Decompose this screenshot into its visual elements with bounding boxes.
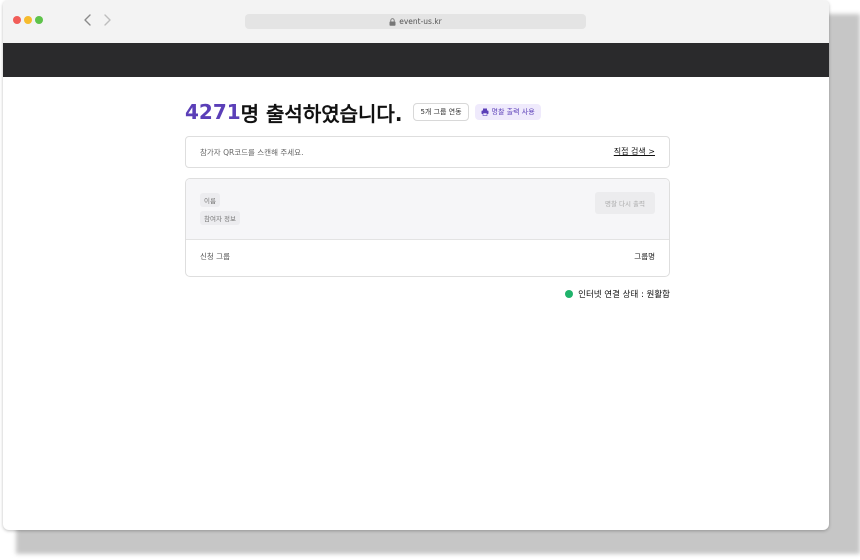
applied-group-value: 그룹명	[634, 252, 655, 261]
qr-scan-placeholder: 참가자 QR코드를 스캔해 주세요.	[200, 148, 304, 157]
qr-scan-field[interactable]: 참가자 QR코드를 스캔해 주세요. 직접 검색 >	[185, 136, 670, 168]
browser-window: event-us.kr 4271 명 출석하였습니다. 5개 그룹 연동 명찰 …	[3, 0, 829, 530]
connection-status: 인터넷 연결 상태 : 원활함	[565, 288, 670, 300]
attendance-heading-text: 명 출석하였습니다.	[240, 101, 403, 126]
status-dot-icon	[565, 290, 574, 298]
badge-print-label: 명찰 출력 사용	[491, 108, 535, 116]
reprint-badge-button[interactable]: 명찰 다시 출력	[595, 192, 655, 214]
participant-info-card: 이름 참여자 정보 명찰 다시 출력 신청 그룹 그룹명	[185, 178, 670, 277]
minimize-window-button[interactable]	[24, 16, 32, 24]
attendance-count: 4271	[185, 100, 241, 124]
connection-status-text: 인터넷 연결 상태 : 원활함	[578, 290, 670, 300]
checkin-panel: 4271 명 출석하였습니다. 5개 그룹 연동 명찰 출력 사용 참가자 QR…	[185, 95, 670, 300]
back-arrow-icon[interactable]	[80, 12, 96, 28]
group-link-badge: 5개 그룹 연동	[413, 103, 469, 121]
name-tag: 이름	[200, 193, 220, 207]
participant-info-header: 이름 참여자 정보 명찰 다시 출력	[186, 179, 669, 240]
printer-icon	[481, 108, 489, 116]
participant-info-tag: 참여자 정보	[200, 211, 240, 225]
badge-print-badge: 명찰 출력 사용	[474, 104, 541, 120]
browser-titlebar: event-us.kr	[3, 0, 829, 44]
app-header-bar	[3, 43, 829, 77]
attendance-heading: 4271 명 출석하였습니다. 5개 그룹 연동 명찰 출력 사용	[185, 95, 670, 129]
direct-search-link[interactable]: 직접 검색 >	[614, 146, 655, 157]
applied-group-label: 신청 그룹	[200, 252, 230, 261]
lock-icon	[389, 17, 396, 26]
close-window-button[interactable]	[13, 16, 21, 24]
address-url: event-us.kr	[399, 17, 442, 26]
maximize-window-button[interactable]	[35, 16, 43, 24]
address-bar[interactable]: event-us.kr	[245, 14, 586, 29]
forward-arrow-icon[interactable]	[99, 12, 115, 28]
